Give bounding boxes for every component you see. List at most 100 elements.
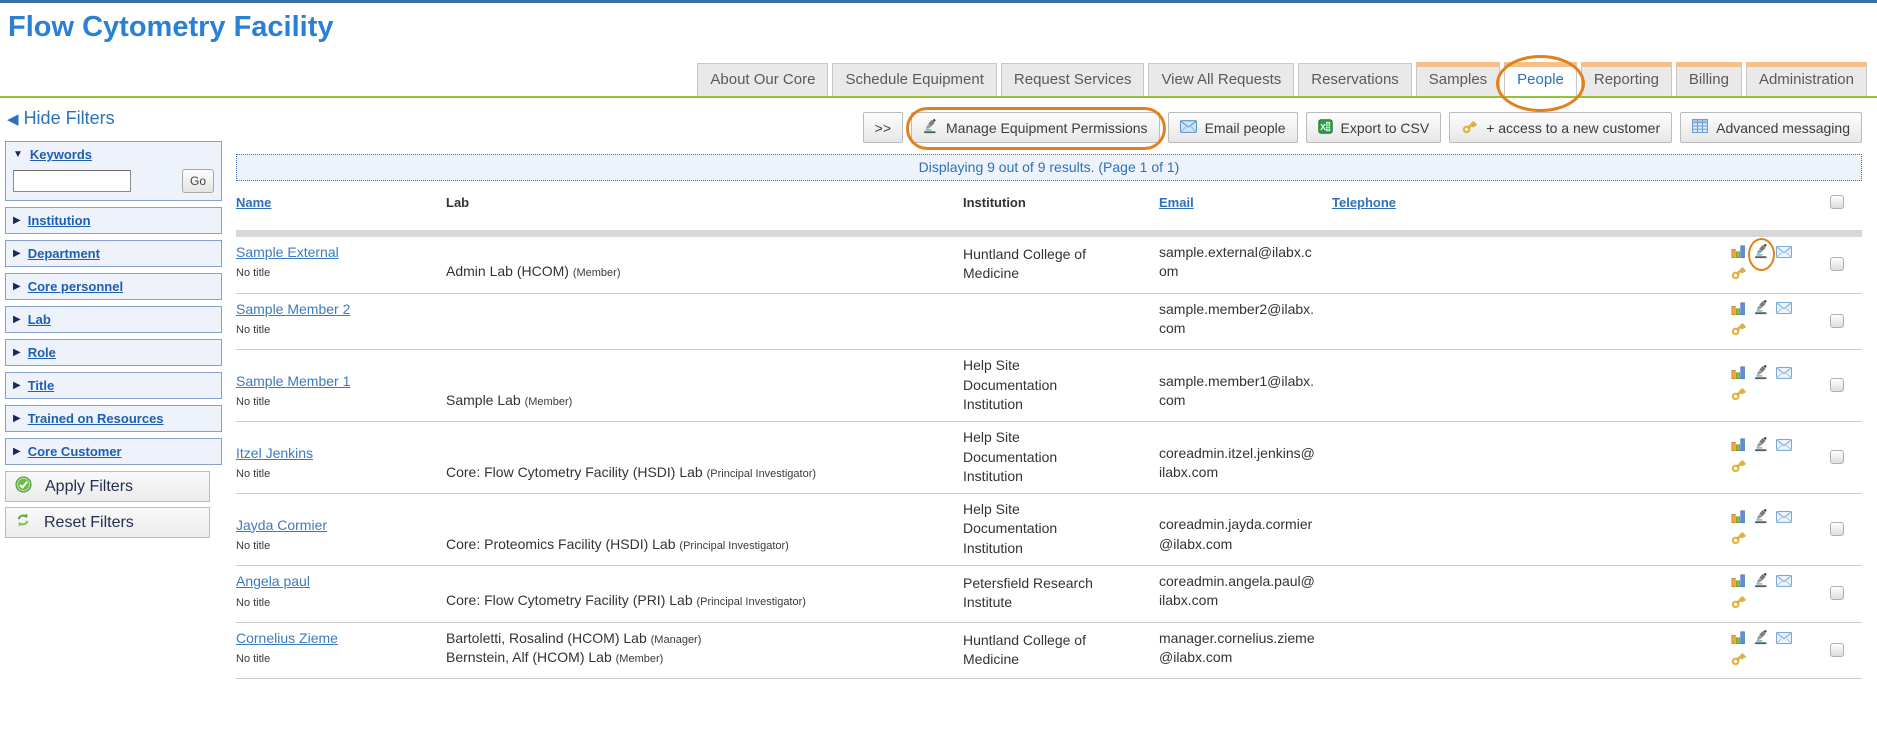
column-header-lab: Lab (446, 195, 963, 210)
email-action-button[interactable] (1774, 510, 1794, 528)
tab-people[interactable]: People (1504, 62, 1577, 96)
button-label: Export to CSV (1341, 120, 1430, 136)
key-icon (1730, 457, 1747, 479)
row-checkbox[interactable] (1830, 450, 1844, 464)
person-name-link[interactable]: Angela paul (236, 573, 310, 589)
access-to-a-new-customer-button[interactable]: + access to a new customer (1449, 112, 1672, 143)
filter-label: Core personnel (28, 279, 123, 294)
email-action-button[interactable] (1774, 438, 1794, 456)
email-action-button[interactable] (1774, 301, 1794, 319)
email-action-button[interactable] (1774, 245, 1794, 263)
tab-billing[interactable]: Billing (1676, 62, 1742, 96)
filter-label: Institution (28, 213, 91, 228)
key-action-button[interactable] (1728, 595, 1748, 613)
microscope-action-button[interactable] (1751, 366, 1771, 384)
email-action-button[interactable] (1774, 366, 1794, 384)
row-checkbox[interactable] (1830, 643, 1844, 657)
usage-chart-icon (1731, 243, 1746, 264)
microscope-action-button[interactable] (1751, 438, 1771, 456)
institution-cell: Huntland College of Medicine (963, 245, 1159, 284)
column-header-institution: Institution (963, 195, 1159, 210)
key-action-button[interactable] (1728, 387, 1748, 405)
tab-schedule-equipment[interactable]: Schedule Equipment (832, 63, 996, 96)
tab-reporting[interactable]: Reporting (1581, 62, 1672, 96)
reset-filters-button[interactable]: Reset Filters (5, 507, 210, 538)
lab-role: (Principal Investigator) (679, 540, 788, 552)
filter-header-trained-on-resources[interactable]: ▶Trained on Resources (13, 411, 214, 426)
export-to-csv-button[interactable]: XExport to CSV (1306, 112, 1442, 143)
usage-chart-action-button[interactable] (1728, 245, 1748, 263)
row-checkbox[interactable] (1830, 257, 1844, 271)
table-row: Sample ExternalNo titleAdmin Lab (HCOM) … (236, 237, 1862, 294)
name-cell: Jayda CormierNo title (236, 516, 446, 558)
manage-equipment-permissions-button[interactable]: Manage Equipment Permissions (911, 112, 1160, 143)
tab-samples[interactable]: Samples (1416, 62, 1500, 96)
microscope-action-button[interactable] (1751, 631, 1771, 649)
filter-header-role[interactable]: ▶Role (13, 345, 214, 360)
key-action-button[interactable] (1728, 266, 1748, 284)
row-actions (1728, 631, 1808, 670)
tab-administration[interactable]: Administration (1746, 62, 1867, 96)
email-icon (1776, 438, 1792, 456)
filter-header-core-personnel[interactable]: ▶Core personnel (13, 279, 214, 294)
filter-label: Role (28, 345, 56, 360)
person-title: No title (236, 596, 446, 611)
keywords-input[interactable] (13, 170, 131, 192)
microscope-action-button[interactable] (1751, 574, 1771, 592)
usage-chart-action-button[interactable] (1728, 301, 1748, 319)
filter-header-title[interactable]: ▶Title (13, 378, 214, 393)
lab-membership: Core: Flow Cytometry Facility (HSDI) Lab… (446, 463, 963, 482)
usage-chart-action-button[interactable] (1728, 631, 1748, 649)
usage-chart-action-button[interactable] (1728, 366, 1748, 384)
key-action-button[interactable] (1728, 531, 1748, 549)
column-header-email[interactable]: Email (1159, 195, 1332, 210)
lab-cell: Core: Proteomics Facility (HSDI) Lab (Pr… (446, 535, 963, 558)
row-actions (1728, 510, 1808, 549)
microscope-action-button[interactable] (1751, 510, 1771, 528)
email-icon (1776, 574, 1792, 592)
person-name-link[interactable]: Jayda Cormier (236, 517, 327, 533)
apply-filters-button[interactable]: Apply Filters (5, 471, 210, 502)
usage-chart-action-button[interactable] (1728, 510, 1748, 528)
row-checkbox[interactable] (1830, 314, 1844, 328)
table-row: Angela paulNo titleCore: Flow Cytometry … (236, 566, 1862, 623)
person-name-link[interactable]: Cornelius Zieme (236, 630, 338, 646)
usage-chart-action-button[interactable] (1728, 574, 1748, 592)
microscope-icon (923, 119, 938, 137)
person-name-link[interactable]: Sample Member 2 (236, 301, 350, 317)
tab-view-all-requests[interactable]: View All Requests (1148, 63, 1294, 96)
column-header-name[interactable]: Name (236, 195, 446, 210)
key-action-button[interactable] (1728, 322, 1748, 340)
microscope-action-button[interactable] (1751, 245, 1771, 263)
microscope-action-button[interactable] (1751, 301, 1771, 319)
person-name-link[interactable]: Itzel Jenkins (236, 445, 313, 461)
column-header-telephone[interactable]: Telephone (1332, 195, 1728, 210)
key-action-button[interactable] (1728, 652, 1748, 670)
header-checkbox[interactable] (1830, 195, 1844, 209)
tab-request-services[interactable]: Request Services (1001, 63, 1145, 96)
filter-header-keywords[interactable]: ▼ Keywords (13, 147, 214, 162)
email-action-button[interactable] (1774, 631, 1794, 649)
person-name-link[interactable]: Sample Member 1 (236, 373, 350, 389)
key-action-button[interactable] (1728, 459, 1748, 477)
expand-button[interactable]: >> (863, 112, 903, 143)
tab-about-our-core[interactable]: About Our Core (697, 63, 828, 96)
filter-header-core-customer[interactable]: ▶Core Customer (13, 444, 214, 459)
row-checkbox[interactable] (1830, 522, 1844, 536)
row-checkbox[interactable] (1830, 378, 1844, 392)
row-checkbox[interactable] (1830, 586, 1844, 600)
filter-section-core-personnel: ▶Core personnel (5, 273, 222, 300)
go-button[interactable]: Go (182, 169, 214, 193)
person-name-link[interactable]: Sample External (236, 244, 339, 260)
email-action-button[interactable] (1774, 574, 1794, 592)
hide-filters-link[interactable]: ◀ Hide Filters (7, 108, 115, 129)
usage-chart-action-button[interactable] (1728, 438, 1748, 456)
email-people-button[interactable]: Email people (1168, 112, 1298, 143)
filter-header-lab[interactable]: ▶Lab (13, 312, 214, 327)
filter-header-department[interactable]: ▶Department (13, 246, 214, 261)
filter-header-institution[interactable]: ▶Institution (13, 213, 214, 228)
advanced-messaging-button[interactable]: Advanced messaging (1680, 112, 1862, 143)
row-actions (1728, 366, 1808, 405)
tab-reservations[interactable]: Reservations (1298, 63, 1412, 96)
table-row: Sample Member 1No titleSample Lab (Membe… (236, 350, 1862, 422)
